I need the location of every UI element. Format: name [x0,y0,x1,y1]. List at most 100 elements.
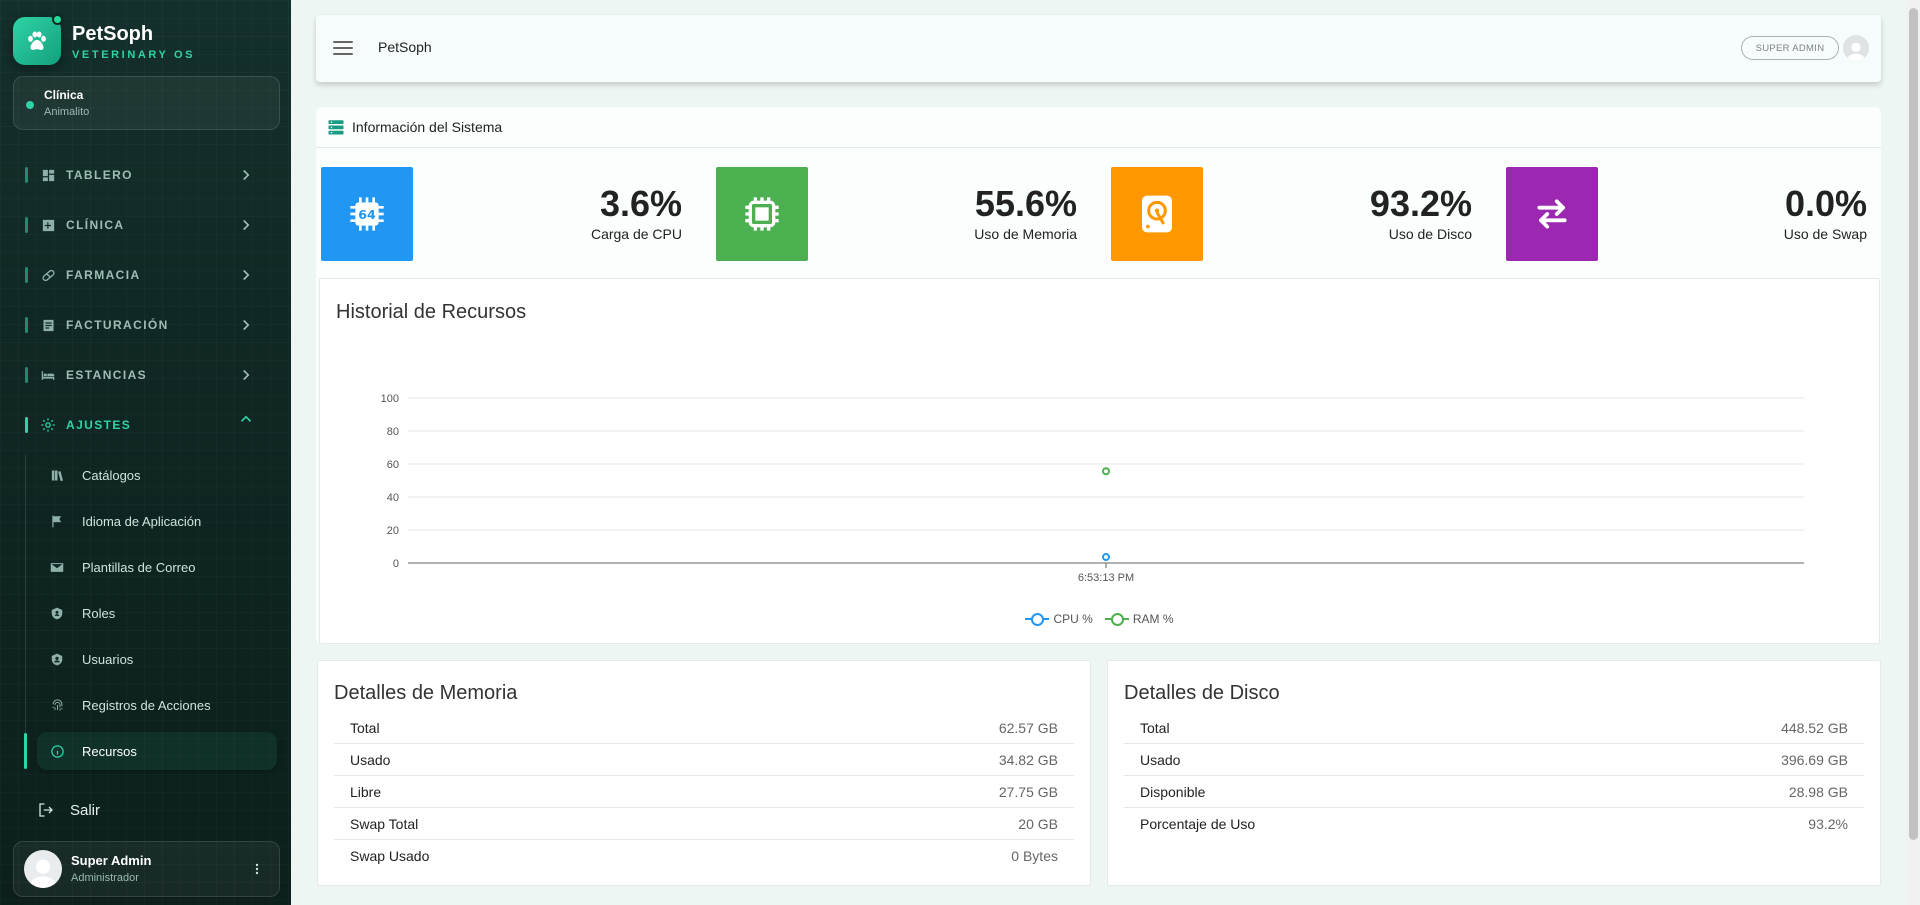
memory-chip-icon [716,167,808,261]
hamburger-menu-icon[interactable] [333,41,353,55]
books-icon [49,467,65,483]
sidebar-item-label: Registros de Acciones [82,697,211,713]
nav-label: ESTANCIAS [66,368,148,382]
paw-logo-icon [13,14,63,65]
nav-section-clinica[interactable]: CLÍNICA [25,210,255,240]
row-value: 396.69 GB [1781,751,1848,768]
gear-icon [40,417,56,433]
clinic-selector[interactable]: Clínica Animalito [13,76,280,130]
row-value: 34.82 GB [998,751,1058,768]
sidebar-item-label: Idioma de Aplicación [82,513,202,529]
top-header: PetSoph SUPER ADMIN [316,15,1881,82]
row-value: 27.75 GB [998,783,1058,800]
row-key: Usado [350,751,391,768]
logout-label: Salir [70,801,101,819]
active-indicator [24,733,27,769]
chevron-up-icon [240,415,252,422]
stat-disk: 93.2% Uso de Disco [1111,167,1472,261]
nav-section-farmacia[interactable]: FARMACIA [25,260,255,290]
chart-legend: CPU % RAM % [320,612,1879,626]
y-tick-label: 40 [387,492,399,504]
brand-name: PetSoph [72,22,154,45]
sidebar-item-usuarios[interactable]: Usuarios [37,640,277,678]
chevron-right-icon [243,319,250,331]
pill-icon [40,267,56,283]
sidebar-item-roles[interactable]: Roles [37,594,277,632]
y-tick-label: 100 [381,393,399,405]
system-info-header: Información del Sistema [316,107,1881,148]
chevron-right-icon [243,169,250,181]
avatar [24,850,62,888]
legend-cpu-marker [1025,612,1050,626]
logout-button[interactable]: Salir [37,798,100,822]
brand-tagline: VETERINARY OS [72,48,196,61]
nav-label: CLÍNICA [66,218,125,232]
nav-section-facturacion[interactable]: FACTURACIÓN [25,310,255,340]
disk-details-card: Detalles de Disco Total 448.52 GB Usado 396… [1107,660,1881,886]
sidebar: PetSoph VETERINARY OS Clínica Animalito … [0,0,291,905]
row-key: Porcentaje de Uso [1140,816,1256,832]
legend-ram[interactable]: RAM % [1104,612,1174,626]
server-icon [328,120,344,135]
scrollbar-thumb[interactable] [1909,8,1918,840]
hard-disk-icon [1111,167,1203,261]
brand[interactable]: PetSoph VETERINARY OS [13,14,196,66]
row-value: 62.57 GB [998,719,1058,736]
logout-icon [39,803,53,817]
sidebar-item-registros[interactable]: Registros de Acciones [37,686,277,724]
stat-swap: 0.0% Uso de Swap [1506,167,1867,261]
row-value: 20 GB [1018,815,1058,832]
memory-details-card: Detalles de Memoria Total 62.57 GB Usado 34… [317,660,1091,886]
row-value: 448.52 GB [1781,719,1848,736]
nav-bar [25,417,28,433]
sidebar-item-catalogos[interactable]: Catálogos [37,456,277,494]
header-avatar[interactable] [1843,35,1869,61]
row-value: 28.98 GB [1788,783,1848,800]
dashboard-icon [40,167,56,183]
table-row: Usado 34.82 GB [334,744,1074,776]
mail-template-icon [49,559,65,575]
system-info-card: Información del Sistema 64 3.6% Carga de… [316,107,1881,644]
stat-value: 0.0% [1784,183,1867,224]
row-key: Disponible [1140,783,1206,800]
page-scrollbar[interactable] [1907,0,1920,905]
disk-details-title: Detalles de Disco [1124,682,1280,704]
nav-bar [25,267,28,283]
swap-arrows-icon [1506,167,1598,261]
bed-icon [40,367,56,383]
x-tick-label: 6:53:13 PM [1078,572,1134,584]
user-profile[interactable]: Super Admin Administrador [13,841,280,897]
receipt-icon [40,317,56,333]
nav-bar [25,217,28,233]
memory-details-title: Detalles de Memoria [334,682,518,704]
legend-cpu[interactable]: CPU % [1025,612,1093,626]
chevron-right-icon [243,369,250,381]
table-row: Swap Total 20 GB [334,808,1074,840]
disk-details-table: Total 448.52 GB Usado 396.69 GB Disponible 28… [1124,712,1864,840]
sidebar-item-recursos[interactable]: Recursos [37,732,277,770]
nav-section-ajustes[interactable]: AJUSTES [25,410,255,440]
sidebar-item-plantillas[interactable]: Plantillas de Correo [37,548,277,586]
more-vertical-icon[interactable] [249,860,265,878]
user-name: Super Admin [71,853,152,868]
nav-section-tablero[interactable]: TABLERO [25,160,255,190]
flag-icon [49,513,65,529]
sidebar-item-idioma[interactable]: Idioma de Aplicación [37,502,277,540]
sidebar-item-label: Usuarios [82,651,134,667]
user-role: Administrador [71,872,139,884]
stat-label: Uso de Swap [1783,226,1867,242]
stat-label: Carga de CPU [590,226,682,242]
resource-history-chart: 0 20 40 60 80 100 6:53:13 PM [381,393,1804,584]
data-point [1102,553,1110,562]
nav-bar [25,367,28,383]
role-badge[interactable]: SUPER ADMIN [1741,36,1839,60]
legend-label: RAM % [1132,612,1174,626]
nav-section-estancias[interactable]: ESTANCIAS [25,360,255,390]
y-tick-label: 0 [393,558,399,570]
nav-label: TABLERO [66,168,133,182]
stat-memory: 55.6% Uso de Memoria [716,167,1077,261]
stat-label: Uso de Memoria [974,226,1077,242]
nav-label: AJUSTES [66,418,132,432]
sidebar-item-label: Catálogos [82,467,141,483]
submenu-line [25,455,26,765]
